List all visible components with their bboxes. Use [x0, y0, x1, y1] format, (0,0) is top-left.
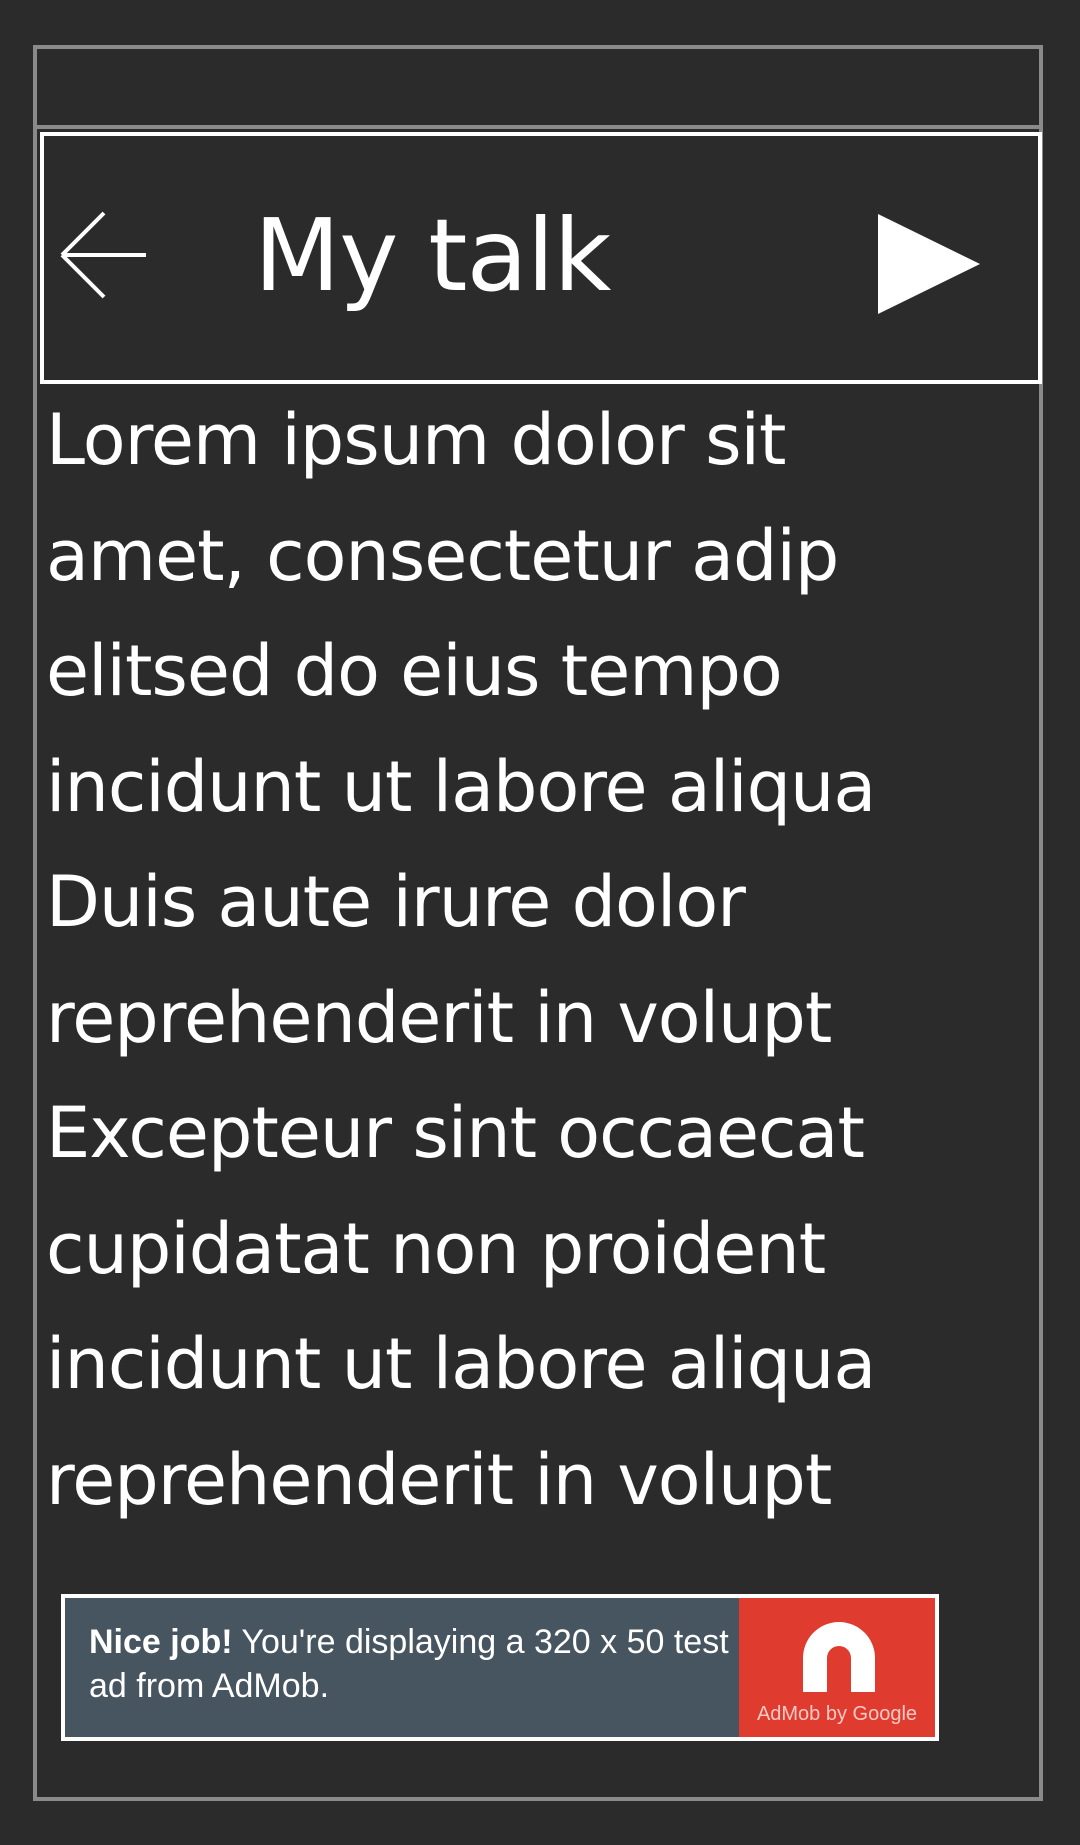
- text-line: amet, consectetur adip: [46, 514, 839, 597]
- ad-content: Nice job! You're displaying a 320 x 50 t…: [65, 1598, 935, 1737]
- ad-bold-text: Nice job!: [89, 1623, 233, 1661]
- text-line: elitsed do eius tempo: [46, 630, 783, 712]
- talk-text: Lorem ipsum dolor sit amet, consectetur …: [46, 383, 996, 1538]
- status-bar: [37, 49, 1039, 129]
- text-line: incidunt ut labore aliqua: [46, 745, 876, 828]
- ad-message: Nice job! You're displaying a 320 x 50 t…: [65, 1598, 739, 1737]
- text-line: Lorem ipsum dolor sit: [46, 399, 786, 481]
- text-line: cupidatat non proident: [46, 1207, 826, 1290]
- text-line: reprehenderit in volupt: [46, 976, 832, 1059]
- text-line: incidunt ut labore aliqua: [46, 1323, 876, 1405]
- back-button[interactable]: [58, 209, 150, 301]
- text-line: reprehenderit in volupt: [46, 1438, 832, 1521]
- play-button[interactable]: [876, 212, 984, 320]
- header-bar: My talk: [40, 132, 1042, 384]
- ad-logo: AdMob by Google: [739, 1598, 935, 1737]
- ad-banner[interactable]: Nice job! You're displaying a 320 x 50 t…: [61, 1594, 939, 1741]
- page-title: My talk: [254, 197, 611, 314]
- ad-logo-caption: AdMob by Google: [756, 1703, 918, 1725]
- text-line: Duis aute irure dolor: [46, 861, 746, 943]
- play-icon: [878, 214, 980, 314]
- admob-logo-icon: [803, 1622, 875, 1692]
- arrow-left-icon: [60, 211, 146, 299]
- text-line: Excepteur sint occaecat: [46, 1092, 865, 1174]
